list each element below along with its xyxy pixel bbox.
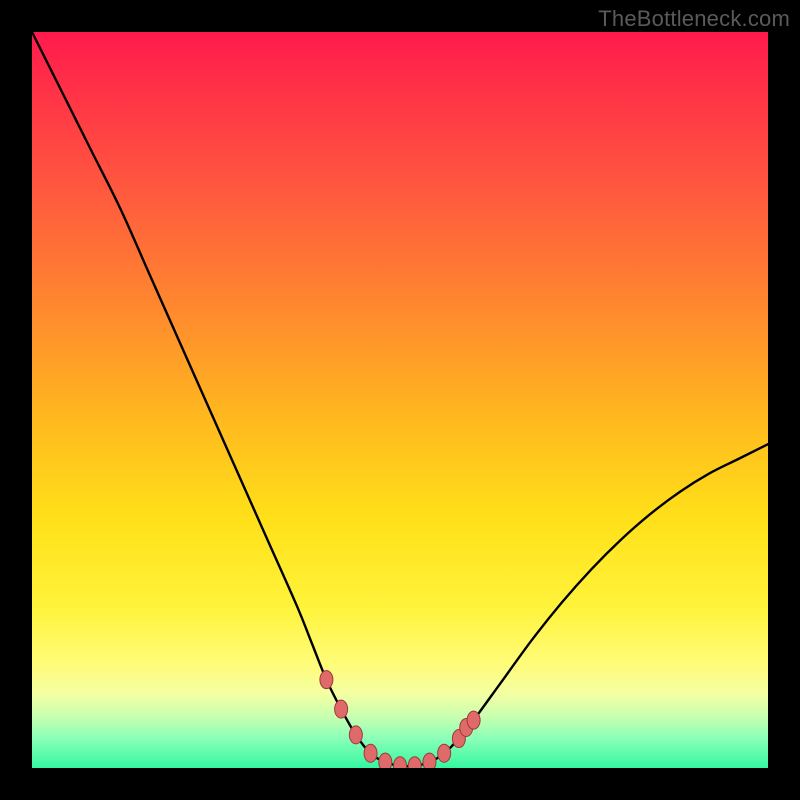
curve-marker: [460, 719, 473, 737]
curve-marker: [394, 757, 407, 768]
bottleneck-curve-path: [32, 32, 768, 766]
curve-marker: [423, 753, 436, 768]
curve-marker: [335, 700, 348, 718]
plot-area: [32, 32, 768, 768]
curve-marker: [320, 671, 333, 689]
curve-marker: [349, 726, 362, 744]
curve-marker: [379, 753, 392, 768]
chart-frame: TheBottleneck.com: [0, 0, 800, 800]
curve-marker: [364, 744, 377, 762]
watermark: TheBottleneck.com: [598, 6, 790, 32]
curve-marker: [408, 757, 421, 768]
curve-svg: [32, 32, 768, 768]
curve-marker: [438, 744, 451, 762]
curve-markers: [320, 671, 480, 768]
curve-marker: [467, 711, 480, 729]
curve-marker: [452, 730, 465, 748]
